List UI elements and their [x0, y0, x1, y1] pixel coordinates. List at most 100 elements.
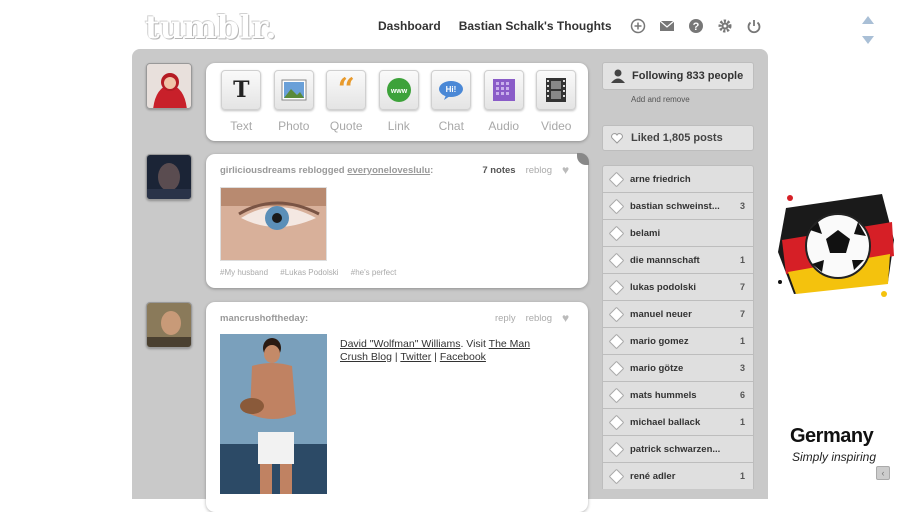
tracked-tag-name: arne friedrich [630, 173, 691, 185]
scroll-arrows [862, 16, 876, 44]
germany-ad-graphic[interactable] [772, 182, 900, 309]
tracked-tag-name: belami [630, 227, 661, 239]
tracked-tag-item[interactable]: bastian schweinst... 3 [602, 192, 754, 219]
post-source-link[interactable]: everyoneloveslulu [347, 165, 430, 176]
post-type-link[interactable]: www Link [373, 70, 426, 141]
tracked-tag-name: manuel neuer [630, 308, 692, 320]
photo-icon [273, 70, 314, 110]
logout-icon[interactable] [746, 18, 762, 34]
tracked-tag-item[interactable]: michael ballack 1 [602, 408, 754, 435]
tag-link[interactable]: #Lukas Podolski [280, 268, 338, 277]
tracked-tag-name: mario götze [630, 362, 684, 374]
caption-text: . Visit [460, 338, 489, 350]
following-count: Following 833 people [632, 70, 744, 82]
person-icon [611, 69, 625, 83]
tracked-tag-item[interactable]: lukas podolski 7 [602, 273, 754, 300]
expand-arrow-icon[interactable]: ‹ [876, 466, 890, 480]
help-icon[interactable]: ? [688, 18, 704, 34]
post-type-chat[interactable]: Hi! Chat [425, 70, 478, 141]
tag-icon [608, 171, 625, 187]
post-avatar[interactable] [146, 154, 192, 200]
post-type-label: Photo [278, 119, 310, 133]
tracked-tag-name: michael ballack [630, 416, 701, 428]
post-type-audio[interactable]: Audio [478, 70, 531, 141]
tag-link[interactable]: #he's perfect [351, 268, 397, 277]
reply-link[interactable]: reply [495, 313, 516, 324]
svg-text:www: www [390, 88, 408, 95]
tracked-tag-count: 1 [739, 417, 745, 427]
tumblr-logo[interactable]: tumblr. [145, 8, 277, 46]
post-header: girliciousdreams reblogged everyoneloves… [220, 164, 574, 176]
post-corner-fold [577, 153, 589, 165]
caption-link-person[interactable]: David "Wolfman" Williams [340, 338, 460, 350]
post-type-label: Quote [329, 119, 363, 133]
following-link[interactable]: Following 833 people [603, 63, 753, 89]
new-post-bar: T Text Photo “ Quote www Link Hi! Chat A… [206, 63, 588, 141]
post-type-label: Link [387, 119, 410, 133]
post-photo[interactable] [220, 334, 327, 494]
post-action: reblogged [298, 165, 345, 176]
tracked-tags-list: arne friedrich bastian schweinst... 3 belam… [602, 165, 754, 489]
tracked-tag-count: 7 [739, 309, 745, 319]
like-heart-icon[interactable]: ♥ [562, 164, 574, 176]
colon: : [430, 165, 434, 176]
tracked-tag-item[interactable]: rené adler 1 [602, 462, 754, 489]
add-remove-link[interactable]: Add and remove [602, 90, 754, 114]
liked-posts-link[interactable]: Liked 1,805 posts [602, 125, 754, 151]
post-author-link[interactable]: mancrushoftheday: [220, 313, 308, 324]
like-heart-icon[interactable]: ♥ [562, 312, 574, 324]
tracked-tag-item[interactable]: patrick schwarzen... [602, 435, 754, 462]
preferences-icon[interactable] [717, 18, 733, 34]
tracked-tag-name: bastian schweinst... [630, 200, 720, 212]
tag-icon [608, 441, 625, 457]
tracked-tag-item[interactable]: arne friedrich [602, 165, 754, 192]
post-avatar[interactable] [146, 302, 192, 348]
nav-dashboard-link[interactable]: Dashboard [378, 19, 441, 33]
tracked-tag-item[interactable]: belami [602, 219, 754, 246]
post-photo[interactable] [220, 187, 327, 261]
tracked-tag-name: die mannschaft [630, 254, 700, 266]
tag-link[interactable]: #My husband [220, 268, 268, 277]
post-card: girliciousdreams reblogged everyoneloves… [206, 153, 589, 288]
post-card: mancrushoftheday: reply reblog ♥ David "… [206, 302, 588, 512]
inbox-icon[interactable] [659, 18, 675, 34]
post-author-link[interactable]: girliciousdreams [220, 165, 296, 176]
tracked-tag-name: rené adler [630, 470, 676, 482]
tracked-tag-item[interactable]: mario götze 3 [602, 354, 754, 381]
caption-link-facebook[interactable]: Facebook [440, 351, 486, 363]
new-post-icon[interactable] [630, 18, 646, 34]
post-type-quote[interactable]: “ Quote [320, 70, 373, 141]
tracked-tag-item[interactable]: manuel neuer 7 [602, 300, 754, 327]
notes-count[interactable]: 7 notes [482, 165, 515, 176]
post-type-photo[interactable]: Photo [268, 70, 321, 141]
tracked-tag-count: 1 [739, 471, 745, 481]
tracked-tag-name: mario gomez [630, 335, 689, 347]
tracked-tag-item[interactable]: die mannschaft 1 [602, 246, 754, 273]
tracked-tag-count: 6 [739, 390, 745, 400]
tag-icon [608, 468, 625, 484]
user-avatar[interactable] [146, 63, 192, 109]
tracked-tag-count: 7 [739, 282, 745, 292]
tracked-tag-item[interactable]: mario gomez 1 [602, 327, 754, 354]
nav-blog-link[interactable]: Bastian Schalk's Thoughts [459, 19, 612, 33]
tag-icon [608, 198, 625, 214]
post-type-video[interactable]: Video [530, 70, 583, 141]
reblog-link[interactable]: reblog [526, 165, 552, 176]
top-navigation: Dashboard Bastian Schalk's Thoughts ? [378, 17, 775, 35]
reblog-link[interactable]: reblog [526, 313, 552, 324]
scroll-up-icon[interactable] [862, 16, 874, 24]
caption-link-twitter[interactable]: Twitter [400, 351, 431, 363]
heart-icon [611, 132, 623, 144]
tracked-tag-item[interactable]: mats hummels 6 [602, 381, 754, 408]
post-type-label: Audio [488, 119, 520, 133]
quote-icon: “ [326, 70, 367, 110]
post-controls: reply reblog ♥ [485, 312, 574, 324]
post-type-label: Text [230, 119, 253, 133]
scroll-down-icon[interactable] [862, 36, 874, 44]
post-type-text[interactable]: T Text [215, 70, 268, 141]
post-attribution: girliciousdreams reblogged everyoneloves… [220, 165, 433, 176]
tracked-tag-count: 3 [739, 363, 745, 373]
tag-icon [608, 387, 625, 403]
ad-title[interactable]: Germany [790, 425, 874, 448]
post-type-label: Chat [438, 119, 464, 133]
